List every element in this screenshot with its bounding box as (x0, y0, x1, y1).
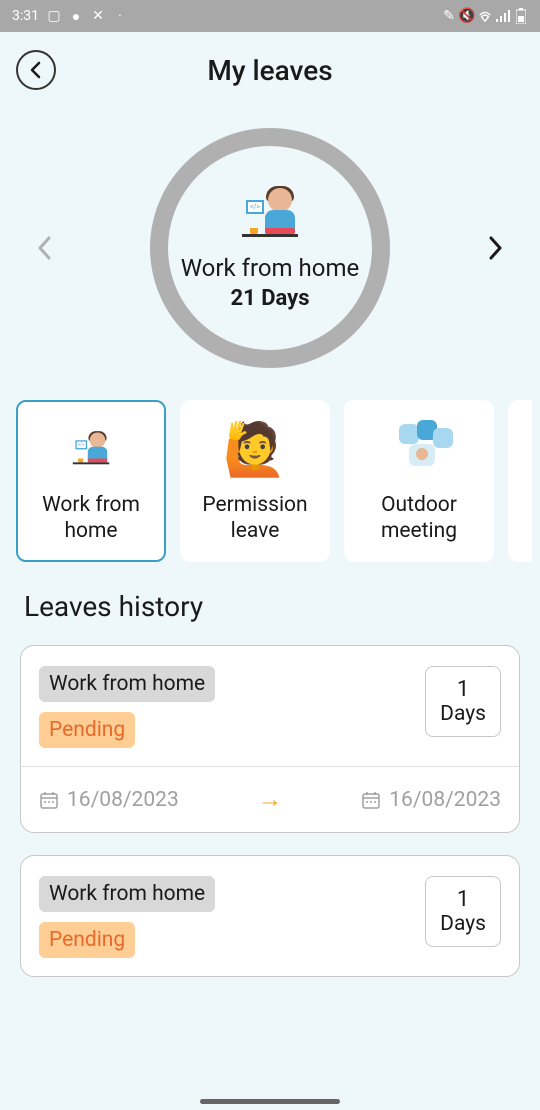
category-partial[interactable] (508, 400, 532, 562)
category-label: Outdoor meeting (356, 492, 482, 545)
back-button[interactable] (16, 50, 56, 90)
leave-carousel: </> Work from home 21 Days (0, 98, 540, 388)
leave-type-chip: Work from home (39, 876, 215, 912)
pencil-icon: ✎ (442, 9, 456, 23)
carousel-prev-button[interactable] (30, 233, 60, 263)
dot-icon: · (113, 9, 127, 23)
category-label: Work from home (30, 492, 152, 545)
mute-icon: 🔇 (460, 9, 474, 23)
battery-icon (514, 9, 528, 23)
chevron-left-icon (27, 61, 45, 79)
status-chip: Pending (39, 712, 135, 748)
raised-hand-icon: 🙋 (223, 418, 287, 482)
days-box: 1 Days (425, 666, 501, 737)
from-date: 16/08/2023 (39, 788, 179, 812)
chevron-left-icon (35, 234, 55, 262)
arrow-right-icon: → (258, 785, 282, 814)
work-from-home-icon: </> (235, 185, 305, 245)
ring-days: 21 Days (231, 286, 310, 311)
page-title: My leaves (207, 54, 332, 87)
status-bar: 3:31 ▢ ● ✕ · ✎ 🔇 (0, 0, 540, 32)
leave-categories: </> Work from home 🙋 Permission leave Ou… (0, 388, 540, 582)
to-date: 16/08/2023 (361, 788, 501, 812)
wifi-icon (478, 9, 492, 23)
status-time: 3:31 (12, 8, 39, 24)
status-chip: Pending (39, 922, 135, 958)
image-icon: ▢ (47, 9, 61, 23)
days-label: Days (440, 912, 486, 936)
calendar-icon (361, 790, 381, 810)
days-box: 1 Days (425, 876, 501, 947)
meeting-icon (387, 418, 451, 482)
days-count: 1 (440, 887, 486, 912)
leave-summary-ring: </> Work from home 21 Days (150, 128, 390, 368)
ring-title: Work from home (181, 253, 359, 284)
tools-icon: ✕ (91, 9, 105, 23)
history-card[interactable]: Work from home Pending 1 Days 16/08/2023… (20, 645, 520, 833)
chevron-right-icon (485, 234, 505, 262)
category-work-from-home[interactable]: </> Work from home (16, 400, 166, 562)
bulb-icon: ● (69, 9, 83, 23)
work-from-home-icon: </> (59, 418, 123, 482)
leave-type-chip: Work from home (39, 666, 215, 702)
category-label: Permission leave (192, 492, 318, 545)
carousel-next-button[interactable] (480, 233, 510, 263)
history-section-title: Leaves history (0, 582, 540, 635)
category-permission-leave[interactable]: 🙋 Permission leave (180, 400, 330, 562)
history-card[interactable]: Work from home Pending 1 Days (20, 855, 520, 977)
page-header: My leaves (0, 32, 540, 98)
nav-bar-indicator (200, 1099, 340, 1104)
days-count: 1 (440, 677, 486, 702)
signal-icon (496, 9, 510, 23)
category-outdoor-meeting[interactable]: Outdoor meeting (344, 400, 494, 562)
days-label: Days (440, 702, 486, 726)
calendar-icon (39, 790, 59, 810)
